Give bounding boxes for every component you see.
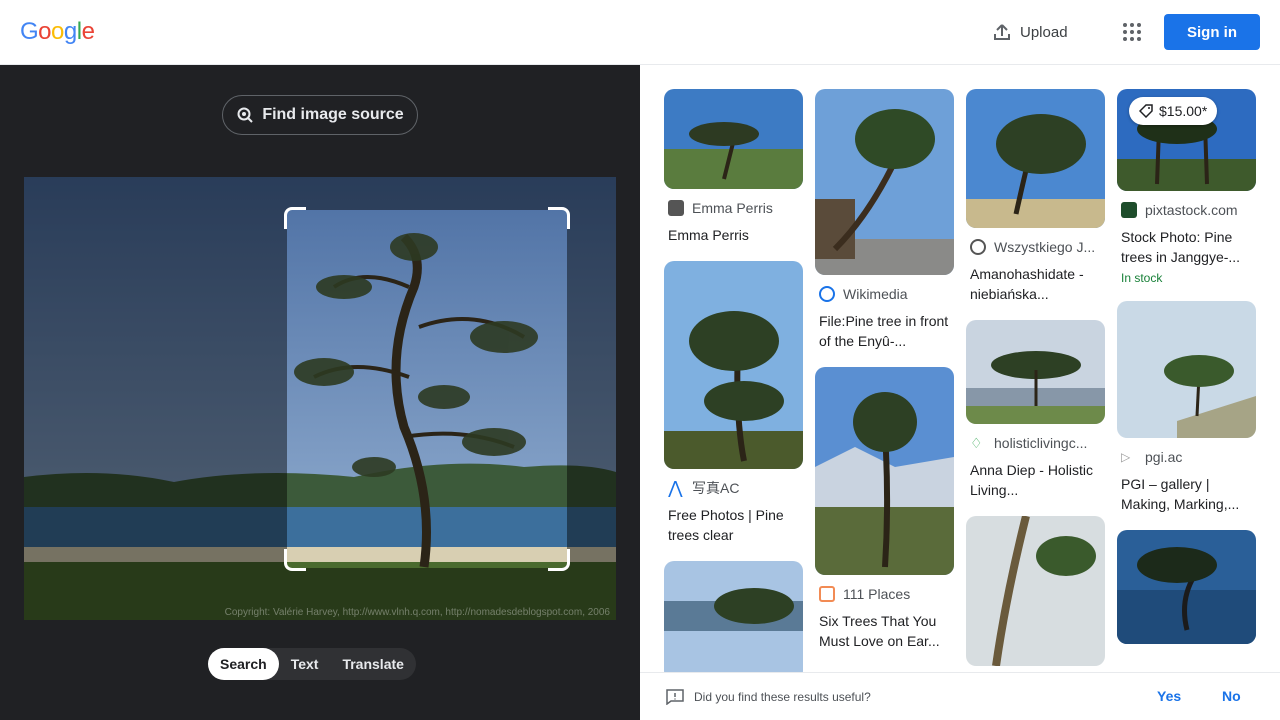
mode-tab-translate[interactable]: Translate	[330, 648, 415, 680]
crop-handle-bottom-right[interactable]	[548, 549, 570, 571]
header: Google Upload Sign in	[0, 0, 1280, 65]
upload-label: Upload	[1020, 23, 1068, 41]
result-thumbnail[interactable]	[966, 89, 1105, 228]
result-card[interactable]: $15.00* pixtastock.com Stock Photo: Pine…	[1117, 89, 1256, 285]
result-title[interactable]: Amanohashidate - niebiańska...	[970, 264, 1101, 304]
logo-letter: G	[20, 18, 39, 45]
result-thumbnail[interactable]	[1117, 301, 1256, 438]
query-image[interactable]: Copyright: Valérie Harvey, http://www.vl…	[24, 177, 616, 620]
stock-status: In stock	[1121, 271, 1163, 285]
leaf-icon: ♢	[970, 435, 983, 451]
result-card[interactable]	[966, 516, 1105, 666]
find-image-source-label: Find image source	[262, 106, 404, 123]
result-source: Emma Perris	[692, 200, 773, 216]
source-favicon-icon: ⋀	[668, 479, 683, 497]
sign-in-button[interactable]: Sign in	[1164, 14, 1260, 50]
google-logo[interactable]: Google	[20, 18, 95, 46]
result-title[interactable]: Anna Diep - Holistic Living...	[970, 460, 1101, 500]
result-thumbnail[interactable]	[966, 320, 1105, 424]
result-title[interactable]: Emma Perris	[668, 225, 799, 245]
source-favicon-icon	[668, 200, 684, 216]
lens-panel: Find image source Copyright: Valérie Har…	[0, 65, 640, 720]
upload-button[interactable]: Upload	[992, 20, 1068, 44]
result-source: 111 Places	[843, 586, 911, 602]
result-source: 写真AC	[692, 480, 740, 496]
results-column: Wszystkiego J... Amanohashidate - niebia…	[966, 89, 1105, 682]
result-card[interactable]	[664, 561, 803, 681]
find-image-source-button[interactable]: Find image source	[222, 95, 418, 135]
feedback-icon	[666, 689, 684, 705]
mode-tab-search[interactable]: Search	[208, 648, 279, 680]
result-thumbnail[interactable]: $15.00*	[1117, 89, 1256, 191]
mode-tab-text[interactable]: Text	[279, 648, 331, 680]
result-card[interactable]: Wikimedia File:Pine tree in front of the…	[815, 89, 954, 351]
feedback-question: Did you find these results useful?	[694, 690, 871, 704]
apps-grid-icon[interactable]	[1120, 20, 1144, 44]
result-title[interactable]: Stock Photo: Pine trees in Janggye-...	[1121, 227, 1252, 267]
feedback-yes-button[interactable]: Yes	[1157, 688, 1181, 704]
result-source: pgi.ac	[1145, 449, 1183, 465]
logo-letter: g	[63, 18, 77, 45]
result-card[interactable]: ⋀ 写真AC Free Photos | Pine trees clear	[664, 261, 803, 545]
result-title[interactable]: File:Pine tree in front of the Enyû-...	[819, 311, 950, 351]
logo-letter: o	[38, 18, 52, 45]
result-source: pixtastock.com	[1145, 202, 1238, 218]
source-favicon-icon	[1121, 202, 1137, 218]
result-title[interactable]: PGI – gallery | Making, Marking,...	[1121, 474, 1252, 514]
results-column: $15.00* pixtastock.com Stock Photo: Pine…	[1117, 89, 1256, 660]
logo-letter: o	[51, 18, 64, 45]
price-badge: $15.00*	[1129, 97, 1218, 125]
crop-handle-top-right[interactable]	[548, 207, 570, 229]
result-thumbnail[interactable]	[815, 89, 954, 275]
price-value: $15.00*	[1159, 103, 1208, 119]
source-favicon-icon: ▷	[1121, 450, 1131, 464]
crop-selection[interactable]	[284, 207, 570, 571]
results-panel: Emma Perris Emma Perris ⋀ 写真AC Free Photo…	[640, 65, 1280, 720]
crop-handle-top-left[interactable]	[284, 207, 306, 229]
feedback-bar: Did you find these results useful? Yes N…	[640, 672, 1280, 720]
result-card[interactable]: ♢ holisticlivingc... Anna Diep - Holistic…	[966, 320, 1105, 500]
price-tag-icon	[1139, 104, 1153, 118]
result-card[interactable]	[1117, 530, 1256, 644]
crop-handle-bottom-left[interactable]	[284, 549, 306, 571]
upload-icon	[994, 24, 1010, 40]
result-title[interactable]: Free Photos | Pine trees clear	[668, 505, 799, 545]
result-thumbnail[interactable]	[815, 367, 954, 575]
result-thumbnail[interactable]	[664, 89, 803, 189]
source-favicon-icon	[819, 586, 835, 602]
globe-icon	[970, 239, 986, 255]
lens-search-icon	[237, 107, 254, 123]
result-card[interactable]: Wszystkiego J... Amanohashidate - niebia…	[966, 89, 1105, 304]
result-card[interactable]: ▷ pgi.ac PGI – gallery | Making, Marking,…	[1117, 301, 1256, 514]
feedback-no-button[interactable]: No	[1222, 688, 1241, 704]
result-thumbnail[interactable]	[664, 261, 803, 469]
mode-tabs: Search Text Translate	[208, 648, 416, 680]
source-favicon-icon	[819, 286, 835, 302]
logo-letter: e	[81, 18, 95, 45]
results-column: Emma Perris Emma Perris ⋀ 写真AC Free Photo…	[664, 89, 803, 697]
result-source: Wszystkiego J...	[994, 239, 1096, 255]
result-card[interactable]: Emma Perris Emma Perris	[664, 89, 803, 245]
result-source: Wikimedia	[843, 286, 908, 302]
result-source: holisticlivingc...	[994, 435, 1088, 451]
results-column: Wikimedia File:Pine tree in front of the…	[815, 89, 954, 667]
photo-copyright: Copyright: Valérie Harvey, http://www.vl…	[224, 607, 610, 618]
result-title[interactable]: Six Trees That You Must Love on Ear...	[819, 611, 950, 651]
result-thumbnail[interactable]	[966, 516, 1105, 666]
result-card[interactable]: 111 Places Six Trees That You Must Love …	[815, 367, 954, 651]
result-thumbnail[interactable]	[1117, 530, 1256, 644]
result-thumbnail[interactable]	[664, 561, 803, 681]
